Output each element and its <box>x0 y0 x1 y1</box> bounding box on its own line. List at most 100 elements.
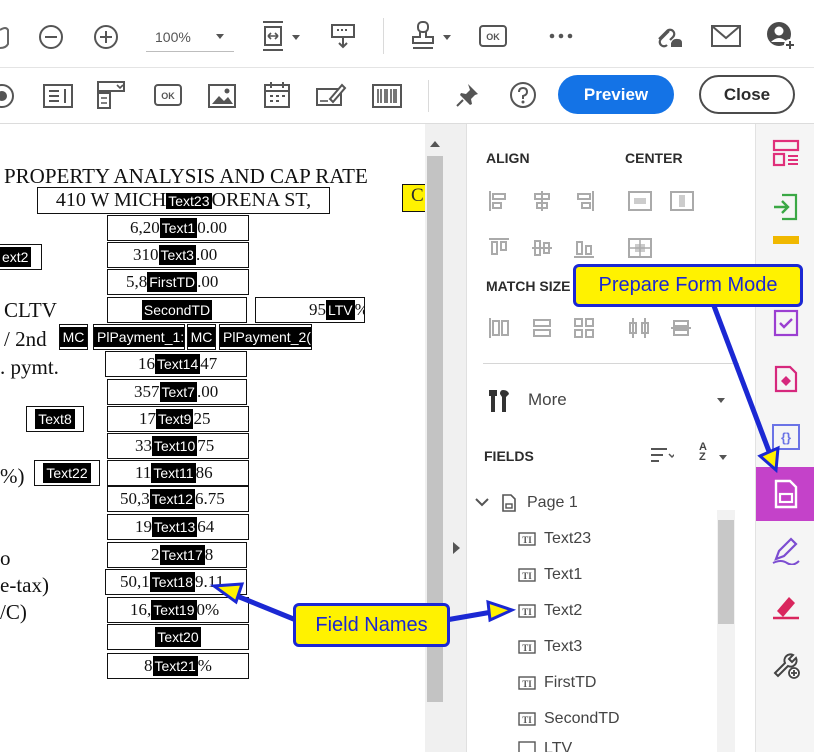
document-scrollbar[interactable] <box>425 124 445 752</box>
align-top-icon[interactable] <box>488 237 510 259</box>
text18-field[interactable]: 50,1 Text18 9.11 <box>105 569 247 595</box>
more-dropdown-icon[interactable] <box>717 398 725 403</box>
preview-button[interactable]: Preview <box>558 75 674 114</box>
mc1-field[interactable]: MC <box>59 324 88 350</box>
text21-field[interactable]: 8 Text21% <box>107 653 249 679</box>
text12-field[interactable]: 50,3 Text12 6.75 <box>107 486 249 512</box>
align-right-icon[interactable] <box>573 190 595 212</box>
rail-prepare-form[interactable] <box>756 467 814 521</box>
close-button[interactable]: Close <box>699 75 795 114</box>
help-icon[interactable] <box>508 80 538 110</box>
match-height-icon[interactable] <box>531 317 553 339</box>
text10-field[interactable]: 33 Text10 75 <box>107 433 249 459</box>
sort-alpha-dropdown-icon[interactable] <box>719 455 727 460</box>
stamp-icon[interactable] <box>408 20 438 52</box>
add-user-icon[interactable] <box>764 20 798 52</box>
plpayment2-field[interactable]: PlPayment_2( <box>219 324 312 350</box>
button-tool-icon[interactable]: OK <box>153 83 183 107</box>
page-1-node[interactable]: Page 1 <box>475 485 578 521</box>
pin-icon[interactable] <box>453 80 483 110</box>
field-item-text1[interactable]: TI Text1 <box>518 557 582 593</box>
field-item-ltv[interactable]: LTV <box>518 736 572 752</box>
center-both-icon[interactable] <box>628 237 652 259</box>
text22-field[interactable]: Text22 <box>34 460 100 486</box>
field-item-text2[interactable]: TI Text2 <box>518 593 582 629</box>
stamp-dropdown-icon[interactable] <box>443 35 451 40</box>
zoom-out-icon[interactable] <box>36 22 66 52</box>
page-fit-icon[interactable] <box>258 20 288 52</box>
fields-scrollbar[interactable] <box>717 510 735 752</box>
text11-field[interactable]: 11 Text11 86 <box>107 460 249 486</box>
rail-fill-and-sign[interactable] <box>756 524 814 578</box>
sort-order-icon[interactable] <box>650 446 674 464</box>
field-value: 11 <box>135 463 152 482</box>
firsttd-field[interactable]: 5,8 FirstTD .00 <box>107 269 249 295</box>
align-bottom-icon[interactable] <box>573 237 595 259</box>
text3-field[interactable]: 310 Text3.00 <box>107 242 249 268</box>
more-label[interactable]: More <box>528 390 567 410</box>
text7-field[interactable]: 357 Text7.00 <box>107 379 247 405</box>
field-item-text3[interactable]: TI Text3 <box>518 629 582 665</box>
match-width-icon[interactable] <box>488 317 510 339</box>
rail-organize-pages[interactable] <box>756 126 814 180</box>
yellow-cell[interactable]: C <box>402 184 425 212</box>
field-item-text23[interactable]: TI Text23 <box>518 521 591 557</box>
sort-alpha-icon[interactable]: A Z <box>699 442 711 463</box>
rail-more-tools[interactable] <box>756 638 814 692</box>
signature-tool-icon[interactable] <box>316 80 348 110</box>
text8-field[interactable]: Text8 <box>26 406 84 432</box>
text2-field[interactable]: ext2 <box>0 244 42 270</box>
more-tools-wrench-icon[interactable] <box>485 386 515 416</box>
text19-field[interactable]: 16, Text19 0% <box>107 597 249 623</box>
expand-panel-icon[interactable] <box>453 542 460 554</box>
rail-javascript[interactable]: {} <box>756 410 814 464</box>
ltv-field[interactable]: 95LTV% <box>255 297 365 323</box>
share-link-icon[interactable] <box>652 20 686 52</box>
more-tools-icon[interactable] <box>546 28 576 44</box>
address-field[interactable]: 410 W MICH Text23 ORENA ST, <box>37 187 330 214</box>
align-left-icon[interactable] <box>488 190 510 212</box>
rail-comment[interactable] <box>756 234 814 254</box>
combine-files-icon <box>774 365 797 393</box>
scroll-mode-icon[interactable] <box>328 22 358 50</box>
text9-field[interactable]: 17 Text9 25 <box>107 406 249 432</box>
align-middle-icon[interactable] <box>531 237 553 259</box>
text20-field[interactable]: Text20 <box>107 624 249 650</box>
center-vertical-icon[interactable] <box>670 190 694 212</box>
field-item-firsttd[interactable]: TI FirstTD <box>518 665 596 701</box>
svg-text:TI: TI <box>522 607 532 617</box>
dropdown-tool-icon[interactable] <box>96 80 128 110</box>
mc2-field[interactable]: MC <box>187 324 216 350</box>
radio-button-tool-icon[interactable] <box>0 82 16 110</box>
field-item-secondtd[interactable]: TI SecondTD <box>518 701 620 737</box>
scrollbar-thumb[interactable] <box>718 520 734 624</box>
hand-tool-icon[interactable] <box>0 22 12 52</box>
text17-field[interactable]: 2 Text17 8 <box>107 542 247 568</box>
rail-export-pdf[interactable] <box>756 180 814 234</box>
field-name-tag: Text11 <box>151 463 196 483</box>
list-box-tool-icon[interactable] <box>42 82 74 110</box>
ok-button-icon[interactable]: OK <box>479 24 507 48</box>
scroll-up-arrow-icon[interactable] <box>430 141 440 147</box>
date-tool-icon[interactable] <box>262 80 292 110</box>
text14-field[interactable]: 16 Text14 47 <box>105 351 247 377</box>
distribute-vertical-icon[interactable] <box>670 317 692 339</box>
text1-field[interactable]: 6,20 Text1 0.00 <box>107 215 249 241</box>
rail-request-signature[interactable] <box>756 580 814 634</box>
barcode-tool-icon[interactable] <box>371 82 403 110</box>
zoom-in-icon[interactable] <box>91 22 121 52</box>
zoom-select[interactable]: 100% <box>146 22 234 52</box>
center-horizontal-icon[interactable] <box>628 190 652 212</box>
email-icon[interactable] <box>710 22 742 50</box>
chevron-down-icon[interactable] <box>475 498 489 508</box>
align-center-horizontal-icon[interactable] <box>531 190 553 212</box>
text13-field[interactable]: 19 Text13 64 <box>107 514 249 540</box>
page-fit-dropdown-icon[interactable] <box>292 35 300 40</box>
match-both-icon[interactable] <box>573 317 595 339</box>
rail-combine[interactable] <box>756 352 814 406</box>
distribute-horizontal-icon[interactable] <box>628 317 650 339</box>
plpayment1-field[interactable]: PlPayment_1: <box>93 324 185 350</box>
image-tool-icon[interactable] <box>207 82 237 110</box>
secondtd-field[interactable]: SecondTD <box>107 297 247 323</box>
field-value: 8 <box>144 656 153 675</box>
